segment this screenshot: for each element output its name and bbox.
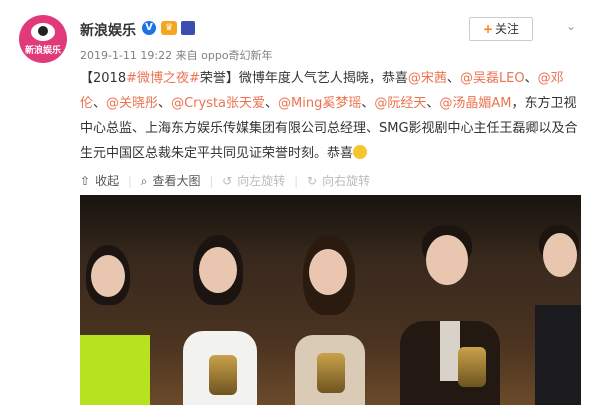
rotate-right-icon: ↻ [307,174,318,188]
follow-label: 关注 [495,22,520,36]
event-photo[interactable] [80,195,581,405]
post-meta: 2019-1-11 19:22 来自 oppo奇幻新年 [80,47,273,63]
mention-link[interactable]: @Crysta张天爱 [171,96,265,111]
follow-button[interactable]: + 关注 [469,17,533,41]
separator: 、 [524,71,538,86]
rotate-left-link[interactable]: 向左旋转 [237,174,285,188]
verified-v-icon: V [142,21,156,35]
separator: 、 [426,96,440,111]
plus-icon: + [482,22,494,36]
collapse-icon: ⇧ [80,174,91,188]
divider: | [294,174,299,188]
avatar[interactable]: 新浪娱乐 [19,15,67,63]
mention-link[interactable]: @汤晶媚AM [439,96,511,111]
vip-badge-icon: ♛ [161,21,177,35]
mention-link[interactable]: @阮经天 [374,96,426,111]
person-figure [80,245,150,405]
chevron-down-icon[interactable]: ⌄ [566,19,576,33]
separator: 、 [265,96,279,111]
separator: 、 [93,96,107,111]
separator: 、 [446,71,460,86]
mention-link[interactable]: @宋茜 [408,71,447,86]
separator: 、 [158,96,172,111]
mention-link[interactable]: @Ming奚梦瑶 [278,96,361,111]
mention-link[interactable]: @吴磊LEO [460,71,525,86]
rotate-right-link[interactable]: 向右旋转 [322,174,370,188]
post-text-segment: 【2018 [80,71,127,86]
post-text-segment: 荣誉】微博年度人气艺人揭晓，恭喜 [199,71,408,86]
post-source[interactable]: oppo奇幻新年 [201,49,272,62]
source-prefix: 来自 [175,49,198,62]
member-badge-icon [181,21,195,35]
avatar-logo-text: 新浪娱乐 [24,46,61,56]
mention-link[interactable]: @关晓彤 [106,96,158,111]
logo-pupil-shape [38,26,48,36]
person-figure [535,225,581,405]
account-name[interactable]: 新浪娱乐 [80,20,136,40]
topic-link[interactable]: #微博之夜# [126,71,200,86]
image-actions: ⇧ 收起 | ⌕ 查看大图 | ↺ 向左旋转 | ↻ 向右旋转 [80,172,375,189]
divider: | [209,174,214,188]
view-large-link[interactable]: 查看大图 [153,174,201,188]
person-figure [175,235,265,405]
person-figure [285,235,375,405]
magnify-icon: ⌕ [140,174,148,188]
rotate-left-icon: ↺ [222,174,233,188]
post-time[interactable]: 2019-1-11 19:22 [80,49,172,62]
divider: | [127,174,132,188]
post-text: 【2018#微博之夜#荣誉】微博年度人气艺人揭晓，恭喜@宋茜、@吴磊LEO、@邓… [80,66,580,166]
smile-emoji-icon [353,145,368,159]
collapse-link[interactable]: 收起 [95,174,119,188]
person-figure [400,225,500,405]
separator: 、 [361,96,375,111]
